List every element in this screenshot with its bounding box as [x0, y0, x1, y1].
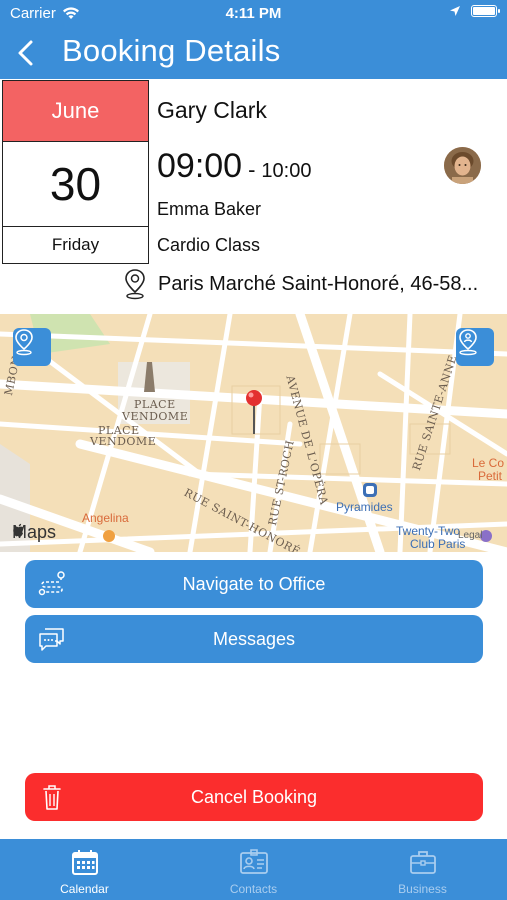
tab-contacts[interactable]: Contacts	[169, 839, 338, 900]
battery-icon	[471, 5, 500, 17]
time-range: 09:00 - 10:00	[157, 147, 311, 186]
briefcase-icon	[409, 851, 436, 874]
map-label-pyramides: Pyramides	[336, 500, 393, 514]
map-label-le-co: Le Co	[472, 456, 505, 470]
cancel-button-label: Cancel Booking	[190, 786, 318, 807]
location-arrow-icon	[450, 6, 460, 16]
time-separator: -	[248, 157, 256, 182]
back-button[interactable]	[14, 38, 38, 68]
status-time: 4:11 PM	[225, 5, 282, 22]
tab-contacts-label: Contacts	[229, 882, 278, 896]
tab-bar: Calendar Contacts Business	[0, 839, 507, 900]
cancel-booking-button[interactable]: Cancel Booking	[25, 773, 483, 821]
status-indicators	[449, 5, 500, 17]
tab-business[interactable]: Business	[338, 839, 507, 900]
client-name: Gary Clark	[157, 97, 267, 123]
chat-bubbles-icon	[39, 628, 64, 651]
location-row: Paris Marché Saint-Honoré, 46-58...	[124, 268, 504, 300]
person-location-icon	[459, 329, 477, 356]
map-label-vendome: VENDOME	[122, 410, 189, 423]
header: Carrier 4:11 PM Booking Details	[0, 0, 507, 79]
date-weekday: Friday	[51, 234, 100, 254]
navigate-to-office-button[interactable]: Navigate to Office	[25, 560, 483, 608]
map-label-vendome-2: VENDOME	[90, 435, 157, 448]
nav-bar: Booking Details	[0, 28, 507, 79]
staff-avatar[interactable]	[444, 147, 481, 184]
chevron-left-icon	[18, 40, 33, 66]
end-time: 10:00	[261, 160, 312, 182]
map-label-angelina: Angelina	[82, 511, 129, 525]
tab-business-label: Business	[398, 882, 447, 896]
avatar-photo	[444, 147, 481, 184]
calendar-icon	[71, 850, 98, 875]
status-bar: Carrier 4:11 PM	[0, 0, 507, 28]
date-month: June	[3, 81, 148, 141]
start-time: 09:00	[157, 147, 243, 185]
battery-level	[473, 7, 495, 15]
location-address: Paris Marché Saint-Honoré, 46-58...	[158, 272, 479, 295]
map-view[interactable]: PLACE VENDOME PLACE VENDOME AVENUE DE L'…	[0, 314, 507, 552]
navigate-button-label: Navigate to Office	[182, 573, 326, 594]
map-label-petit: Petit	[478, 469, 503, 483]
date-day: 30	[3, 141, 148, 227]
contact-card-icon	[239, 849, 268, 874]
map-pin-icon	[125, 269, 145, 300]
apple-logo-icon	[13, 523, 24, 537]
map-legal-link[interactable]: Legal	[458, 530, 482, 541]
trash-icon	[43, 785, 61, 810]
messages-button-label: Messages	[212, 628, 296, 649]
messages-button[interactable]: Messages	[25, 615, 483, 663]
tab-calendar-label: Calendar	[60, 882, 109, 896]
date-card: June 30 Friday	[2, 80, 149, 264]
tab-calendar[interactable]: Calendar	[0, 839, 169, 900]
map-label-twenty-two: Twenty-Two	[396, 524, 461, 538]
service-name: Cardio Class	[157, 235, 261, 255]
map-location-button[interactable]	[13, 328, 51, 366]
map-user-location-button[interactable]	[456, 328, 494, 366]
staff-name: Emma Baker	[157, 199, 262, 219]
route-icon	[38, 571, 65, 596]
map-pin-icon	[15, 329, 33, 356]
apple-maps-logo: Maps	[12, 522, 56, 543]
page-title: Booking Details	[62, 33, 281, 68]
